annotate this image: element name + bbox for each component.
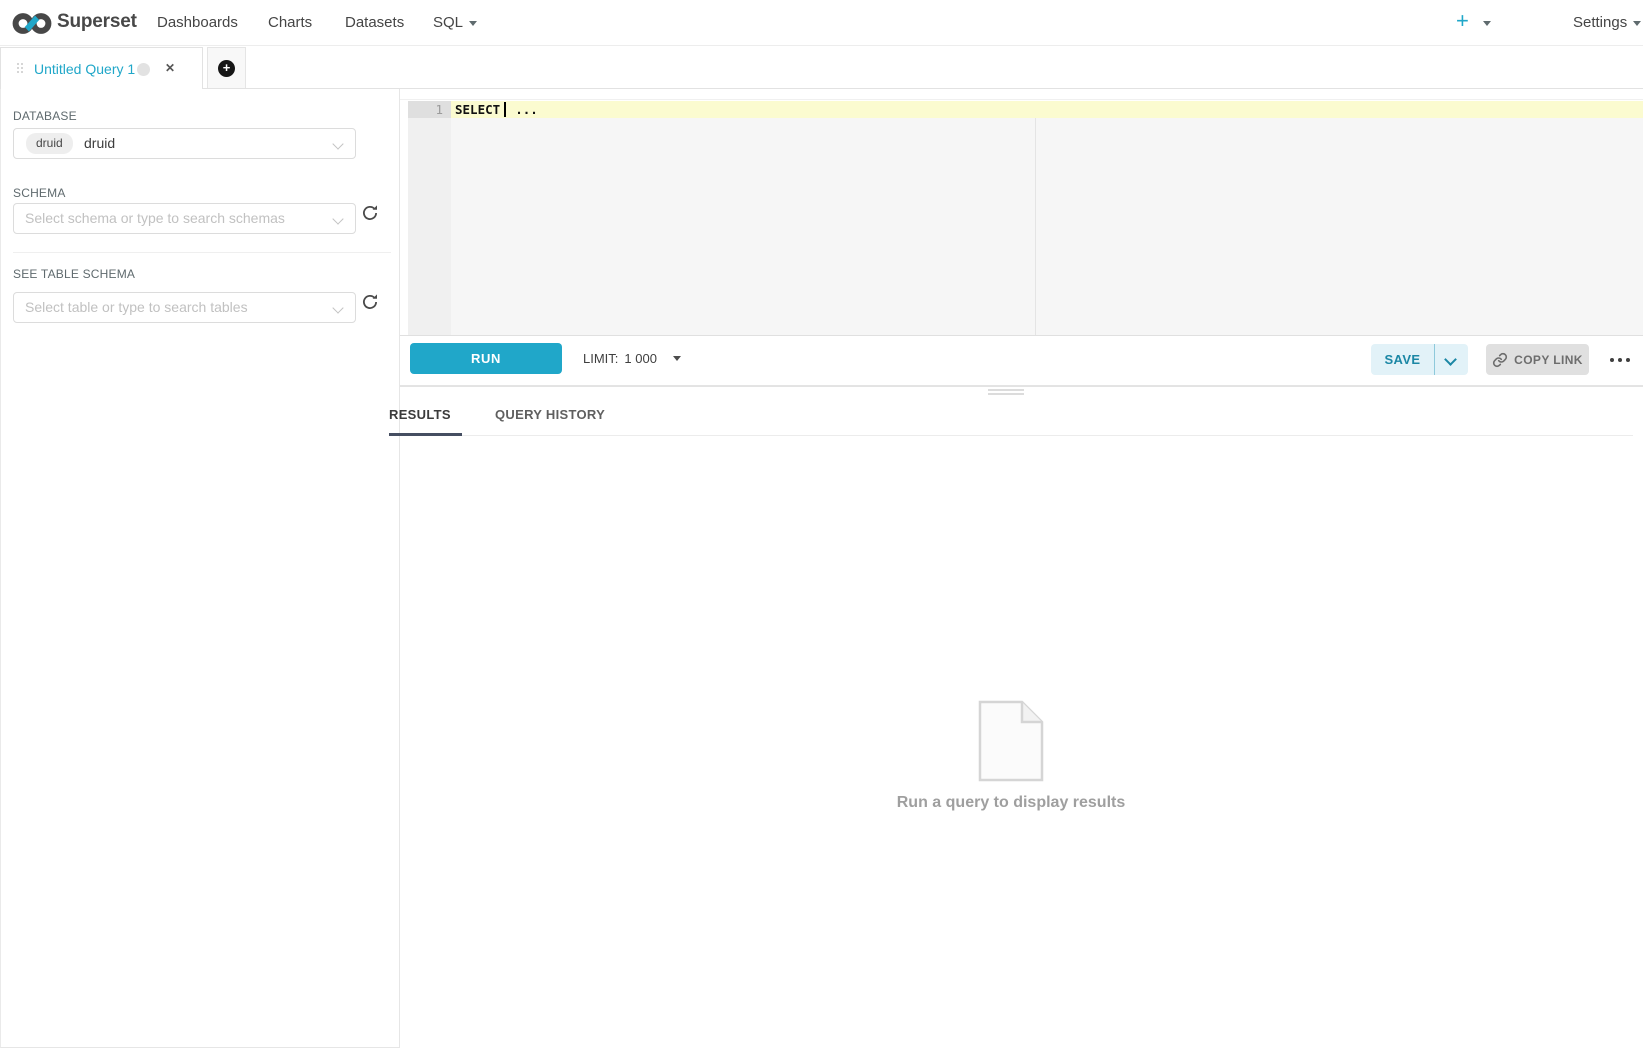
table-schema-label: SEE TABLE SCHEMA	[13, 267, 135, 281]
nav-sql-label: SQL	[433, 14, 463, 31]
active-tab-inkbar	[389, 433, 462, 436]
nav-item-dashboards[interactable]: Dashboards	[157, 14, 238, 31]
superset-logo-icon[interactable]	[11, 10, 53, 42]
tab-results[interactable]: RESULTS	[389, 407, 451, 422]
print-margin-line	[1035, 118, 1036, 335]
query-tabstrip: Untitled Query 1 ✕ +	[0, 46, 1643, 89]
empty-results-document-icon	[978, 700, 1044, 787]
superset-sql-lab: Superset Dashboards Charts Datasets SQL …	[0, 0, 1643, 1050]
database-label: DATABASE	[13, 109, 77, 123]
tabs-baseline	[389, 435, 1633, 436]
new-item-plus-button[interactable]: +	[1456, 8, 1469, 34]
chevron-down-icon	[332, 138, 343, 149]
limit-value: 1 000	[624, 351, 657, 366]
schema-placeholder: Select schema or type to search schemas	[25, 210, 285, 226]
refresh-schemas-icon[interactable]	[360, 203, 384, 227]
nav-item-sql-menu[interactable]: SQL	[433, 14, 477, 31]
nav-item-datasets[interactable]: Datasets	[345, 14, 404, 31]
database-selected-value: druid	[84, 135, 115, 151]
database-select[interactable]: druid druid	[13, 128, 356, 159]
pane-divider	[400, 386, 1643, 387]
chevron-down-icon	[332, 302, 343, 313]
table-select[interactable]: Select table or type to search tables	[13, 292, 356, 323]
settings-label: Settings	[1573, 14, 1627, 31]
limit-dropdown[interactable]: LIMIT: 1 000	[583, 343, 681, 374]
active-line-highlight: SELECT ...	[451, 101, 1643, 118]
editor-gutter: 1	[408, 101, 451, 335]
chevron-down-icon	[332, 213, 343, 224]
top-navbar: Superset Dashboards Charts Datasets SQL …	[0, 0, 1643, 46]
chevron-down-icon	[1633, 21, 1641, 26]
copy-link-button[interactable]: COPY LINK	[1486, 344, 1589, 375]
nav-item-settings[interactable]: Settings	[1573, 14, 1641, 31]
database-engine-badge: druid	[26, 133, 73, 154]
copy-link-label: COPY LINK	[1514, 353, 1583, 367]
schema-label: SCHEMA	[13, 186, 66, 200]
limit-label: LIMIT:	[583, 351, 618, 366]
sqllab-left-panel: DATABASE druid druid SCHEMA Select schem…	[0, 89, 400, 1048]
schema-select[interactable]: Select schema or type to search schemas	[13, 203, 356, 234]
add-query-tab[interactable]: +	[207, 47, 246, 88]
drag-grip-icon[interactable]	[17, 63, 23, 75]
link-icon	[1492, 352, 1508, 368]
brand-title[interactable]: Superset	[57, 11, 137, 33]
save-button[interactable]: SAVE	[1371, 344, 1434, 375]
chevron-down-icon	[1444, 353, 1457, 366]
sql-toolbar: RUN LIMIT: 1 000 SAVE COPY LINK	[400, 336, 1643, 386]
chevron-down-icon	[469, 21, 477, 26]
query-tab-title: Untitled Query 1	[34, 61, 135, 77]
save-split-button: SAVE	[1371, 344, 1468, 375]
text-cursor	[504, 102, 506, 117]
query-tab-active[interactable]: Untitled Query 1 ✕	[0, 47, 203, 89]
plus-circle-icon[interactable]: +	[218, 60, 235, 77]
editor-content[interactable]: SELECT ...	[451, 101, 1643, 335]
line-number: 1	[408, 101, 451, 118]
empty-results-message: Run a query to display results	[861, 794, 1161, 812]
run-query-button[interactable]: RUN	[410, 343, 562, 374]
more-options-button[interactable]	[1603, 344, 1637, 375]
tab-query-history[interactable]: QUERY HISTORY	[495, 407, 605, 422]
caret-down-icon	[673, 356, 681, 361]
sql-editor: 1 SELECT ...	[400, 99, 1643, 335]
table-placeholder: Select table or type to search tables	[25, 299, 248, 315]
refresh-tables-icon[interactable]	[360, 292, 384, 316]
sql-code: SELECT ...	[455, 102, 538, 118]
pane-resize-handle[interactable]	[988, 389, 1024, 397]
query-status-dot	[137, 63, 150, 76]
sidebar-divider	[13, 252, 391, 253]
chevron-down-icon[interactable]	[1483, 21, 1491, 26]
close-tab-icon[interactable]: ✕	[165, 61, 175, 75]
save-options-button[interactable]	[1435, 344, 1468, 375]
nav-item-charts[interactable]: Charts	[268, 14, 312, 31]
